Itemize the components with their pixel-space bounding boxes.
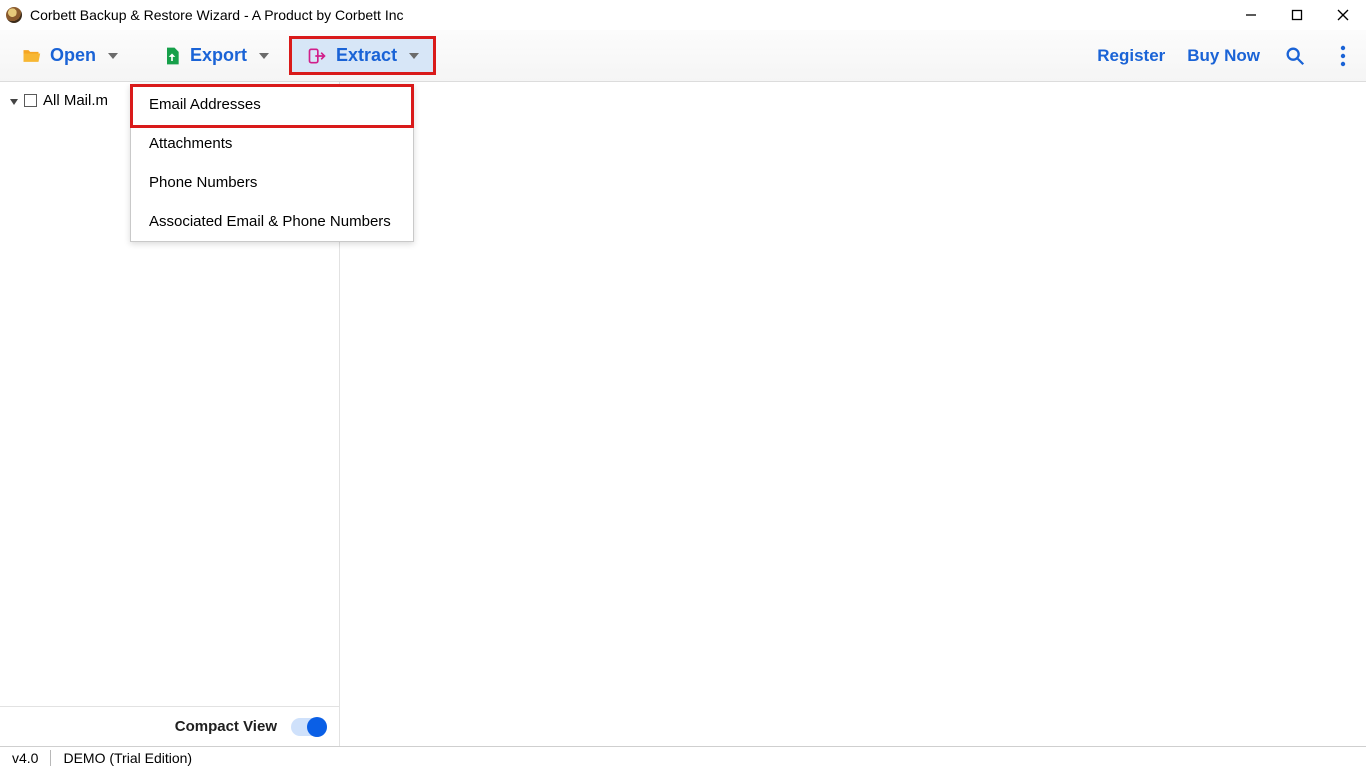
compact-view-label: Compact View — [175, 718, 277, 735]
toggle-thumb — [307, 717, 327, 737]
extract-menu-associated[interactable]: Associated Email & Phone Numbers — [131, 202, 413, 241]
toolbar-right: Register Buy Now — [1097, 43, 1356, 69]
edition-label: DEMO (Trial Edition) — [63, 750, 192, 766]
search-button[interactable] — [1282, 43, 1308, 69]
app-icon — [6, 7, 22, 23]
more-menu-button[interactable] — [1330, 43, 1356, 69]
close-button[interactable] — [1320, 0, 1366, 30]
extract-icon — [306, 46, 328, 66]
minimize-button[interactable] — [1228, 0, 1274, 30]
file-export-icon — [162, 45, 182, 67]
open-label: Open — [50, 45, 96, 66]
toolbar-left: Open Export Extract — [8, 36, 436, 75]
extract-label: Extract — [336, 45, 397, 66]
chevron-down-icon — [409, 53, 419, 59]
export-menu[interactable]: Export — [150, 39, 281, 73]
toolbar: Open Export Extract Register Buy No — [0, 30, 1366, 82]
extract-menu-phone-numbers[interactable]: Phone Numbers — [131, 163, 413, 202]
extract-menu-button[interactable]: Extract — [289, 36, 436, 75]
folder-open-icon — [20, 46, 42, 66]
tree-root-label: All Mail.m — [43, 92, 108, 109]
title-bar-left: Corbett Backup & Restore Wizard - A Prod… — [6, 7, 404, 23]
extract-dropdown: Email Addresses Attachments Phone Number… — [130, 84, 414, 242]
extract-menu-email-addresses[interactable]: Email Addresses — [131, 85, 413, 124]
title-bar: Corbett Backup & Restore Wizard - A Prod… — [0, 0, 1366, 30]
compact-view-toggle[interactable] — [291, 718, 327, 736]
chevron-down-icon — [108, 53, 118, 59]
chevron-down-icon — [259, 53, 269, 59]
buy-now-link[interactable]: Buy Now — [1187, 46, 1260, 66]
export-label: Export — [190, 45, 247, 66]
separator — [50, 750, 51, 766]
compact-view-strip: Compact View — [0, 706, 340, 746]
maximize-button[interactable] — [1274, 0, 1320, 30]
open-menu[interactable]: Open — [8, 39, 130, 72]
window-title: Corbett Backup & Restore Wizard - A Prod… — [30, 7, 404, 23]
window-controls — [1228, 0, 1366, 30]
version-label: v4.0 — [12, 750, 38, 766]
extract-menu-attachments[interactable]: Attachments — [131, 124, 413, 163]
expand-icon[interactable] — [10, 99, 18, 105]
content-pane — [340, 82, 1366, 706]
register-link[interactable]: Register — [1097, 46, 1165, 66]
status-bar: v4.0 DEMO (Trial Edition) — [0, 746, 1366, 768]
tree-checkbox[interactable] — [24, 94, 37, 107]
